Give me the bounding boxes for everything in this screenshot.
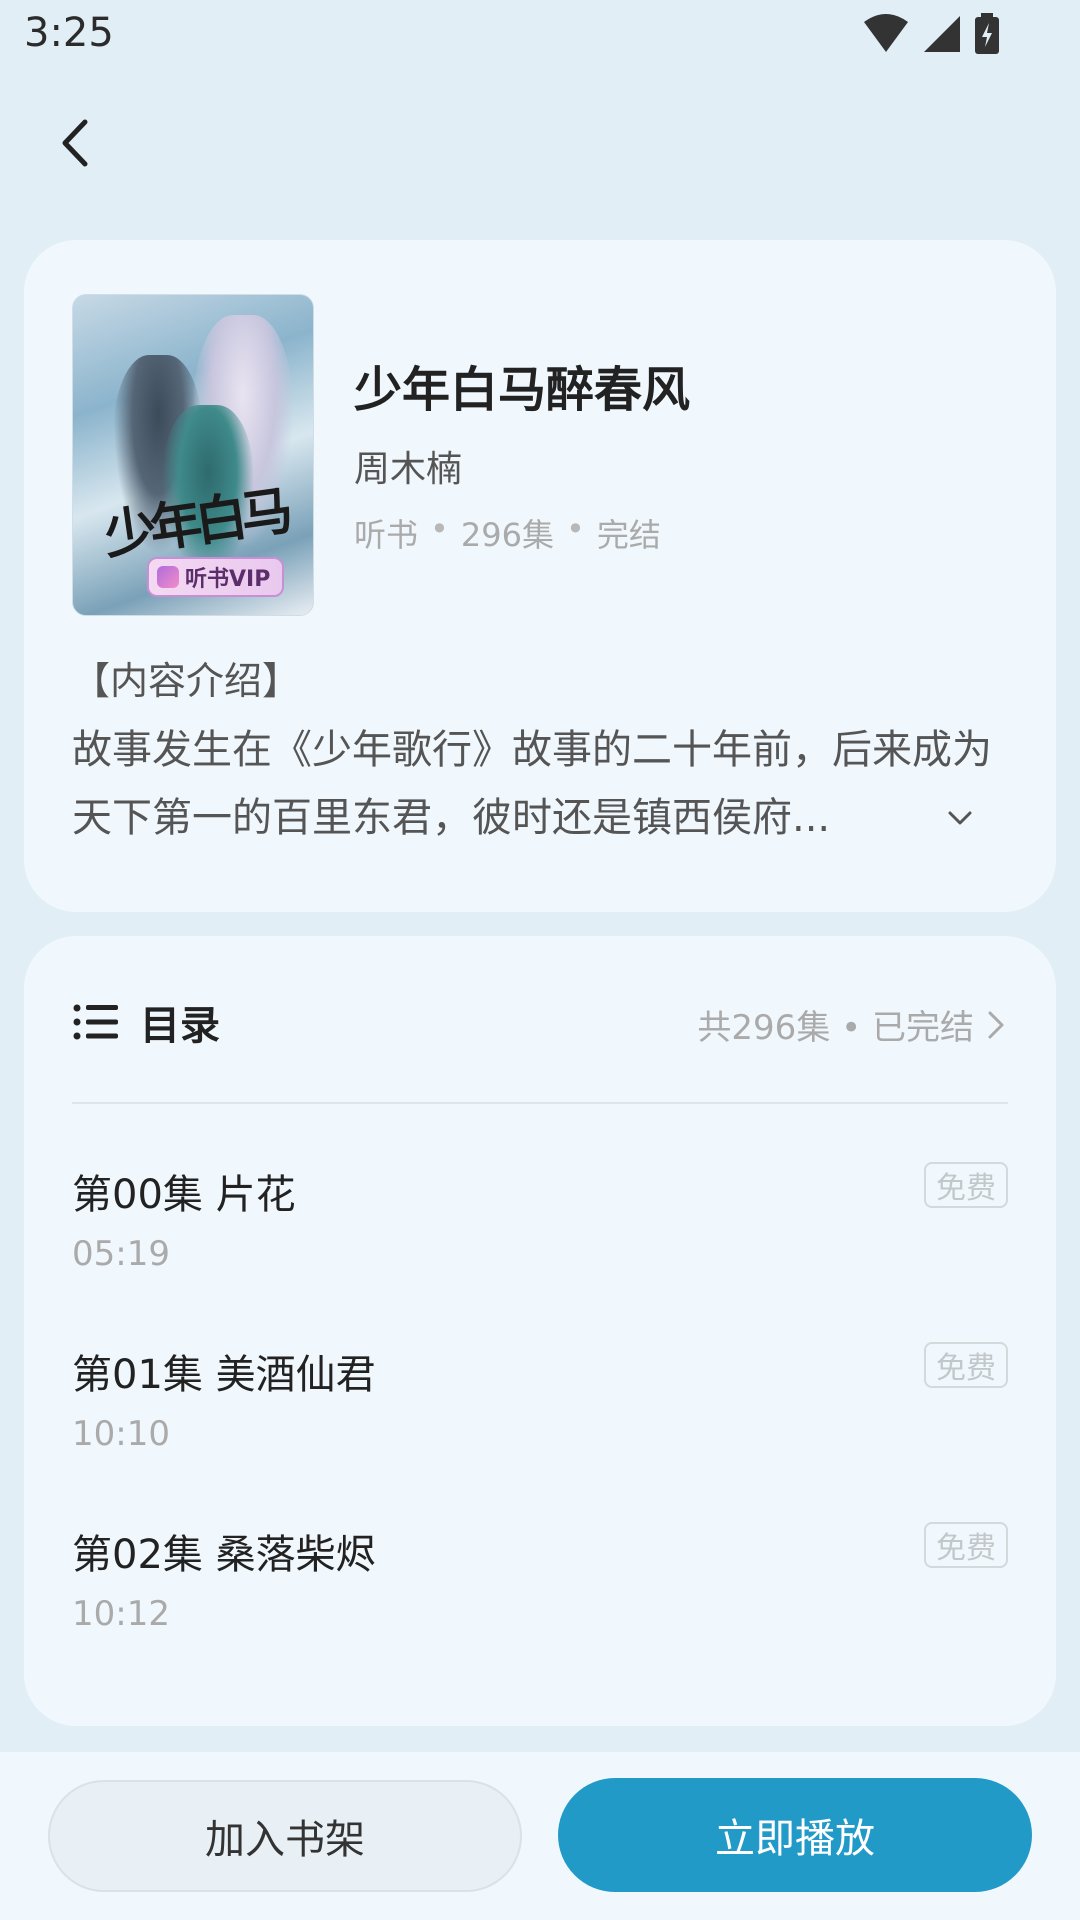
episode-title: 第02集 桑落柴烬 xyxy=(72,1532,376,1578)
episode-item[interactable]: 第01集 美酒仙君 10:10 免费 xyxy=(72,1342,1008,1492)
book-meta-episodes: 296集 xyxy=(460,516,554,554)
book-cover[interactable]: 少年白马 听书VIP xyxy=(72,294,314,616)
back-button[interactable] xyxy=(46,110,102,176)
chevron-down-icon xyxy=(948,811,972,825)
battery-charging-icon xyxy=(975,13,999,54)
free-badge: 免费 xyxy=(924,1522,1008,1568)
book-meta-status: 完结 xyxy=(596,516,661,554)
book-title: 少年白马醉春风 xyxy=(354,362,691,418)
episode-title: 第01集 美酒仙君 xyxy=(72,1352,376,1398)
book-author[interactable]: 周木楠 xyxy=(354,440,462,492)
status-bar: 3:25 xyxy=(0,0,1080,72)
chevron-right-icon xyxy=(988,1011,1004,1038)
toc-summary[interactable]: 共296集 • 已完结 xyxy=(697,1000,1008,1049)
toc-summary-text: 共296集 • 已完结 xyxy=(697,1008,974,1048)
book-meta-type: 听书 xyxy=(354,516,419,554)
toc-header[interactable]: 目录 共296集 • 已完结 xyxy=(72,992,1008,1052)
toc-divider xyxy=(72,1102,1008,1104)
episode-duration: 05:19 xyxy=(72,1234,170,1274)
free-badge: 免费 xyxy=(924,1342,1008,1388)
expand-intro-button[interactable] xyxy=(942,800,978,836)
episode-item[interactable]: 第02集 桑落柴烬 10:12 免费 xyxy=(72,1522,1008,1672)
intro-text[interactable]: 故事发生在《少年歌行》故事的二十年前，后来成为天下第一的百里东君，彼时还是镇西侯… xyxy=(72,716,1012,852)
episode-duration: 10:12 xyxy=(72,1594,170,1634)
episode-duration: 10:10 xyxy=(72,1414,170,1454)
bottom-action-bar: 加入书架 立即播放 xyxy=(0,1752,1080,1920)
episode-item[interactable]: 第00集 片花 05:19 免费 xyxy=(72,1162,1008,1312)
status-time: 3:25 xyxy=(24,10,114,56)
add-to-shelf-button[interactable]: 加入书架 xyxy=(48,1780,522,1892)
play-now-button[interactable]: 立即播放 xyxy=(558,1778,1032,1892)
toc-card: 目录 共296集 • 已完结 第00集 片花 05:19 免费 第01集 美酒仙… xyxy=(24,936,1056,1726)
toc-title: 目录 xyxy=(140,1003,220,1049)
chevron-left-icon xyxy=(62,119,88,167)
list-icon xyxy=(73,1004,118,1040)
vip-badge-label: 听书VIP xyxy=(185,567,271,592)
vip-icon xyxy=(157,566,179,588)
intro-heading: 【内容介绍】 xyxy=(72,659,301,703)
free-badge: 免费 xyxy=(924,1162,1008,1208)
signal-icon xyxy=(924,16,960,52)
vip-badge: 听书VIP xyxy=(147,557,285,597)
wifi-icon xyxy=(864,14,908,52)
status-icons xyxy=(862,12,1000,56)
book-info-card: 少年白马 听书VIP 少年白马醉春风 周木楠 听书 • 296集 • 完结 【内… xyxy=(24,240,1056,912)
book-meta: 听书 • 296集 • 完结 xyxy=(354,510,661,554)
episode-title: 第00集 片花 xyxy=(72,1172,296,1218)
